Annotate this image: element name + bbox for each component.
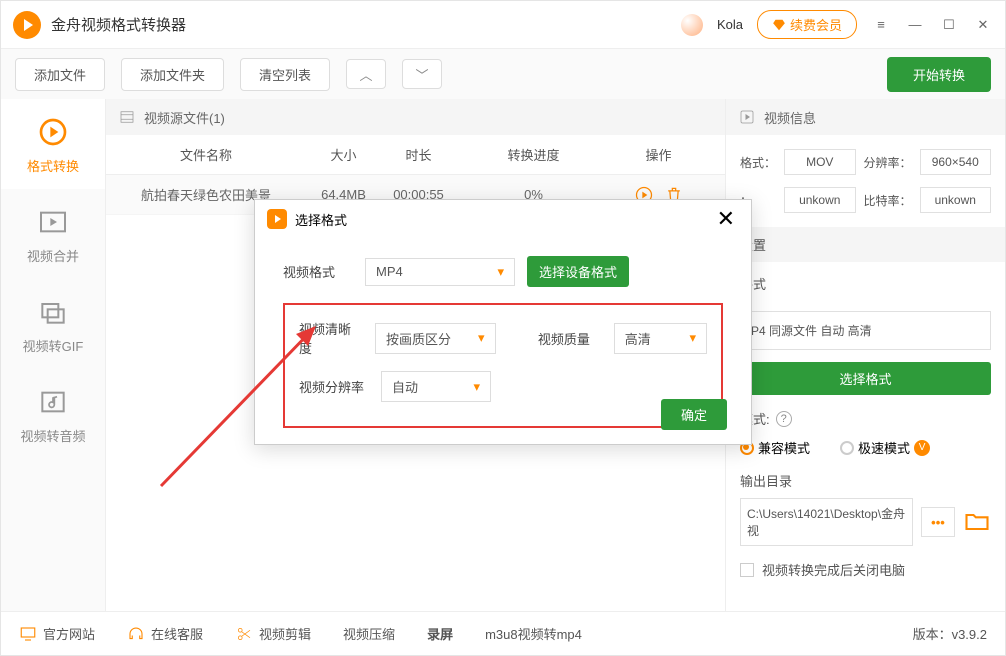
app-logo-icon bbox=[13, 11, 41, 39]
clear-list-button[interactable]: 清空列表 bbox=[240, 58, 330, 91]
format-value: MOV bbox=[784, 149, 855, 175]
app-title: 金舟视频格式转换器 bbox=[51, 14, 186, 35]
modal-res-label: 视频分辨率 bbox=[299, 377, 369, 396]
th-filename: 文件名称 bbox=[106, 145, 306, 164]
video-cut-link[interactable]: 视频剪辑 bbox=[235, 624, 311, 643]
modal-close-icon[interactable]: ✕ bbox=[713, 208, 739, 230]
resolution-label: 分辨率： bbox=[864, 154, 912, 171]
quality-label: 视频质量 bbox=[538, 329, 602, 348]
menu-icon[interactable]: ≡ bbox=[871, 15, 891, 35]
start-convert-button[interactable]: 开始转换 bbox=[887, 57, 991, 92]
format-label: 格式： bbox=[740, 154, 776, 171]
bitrate-value: unkown bbox=[920, 187, 991, 213]
sidebar-item-merge[interactable]: 视频合并 bbox=[1, 189, 105, 279]
highlighted-settings: 视频清晰度 按画质区分▾ 视频质量 高清▾ 视频分辨率 自动▾ bbox=[283, 303, 723, 428]
th-size: 大小 bbox=[306, 145, 381, 164]
titlebar: 金舟视频格式转换器 Kola 续费会员 ≡ — ☐ ✕ bbox=[1, 1, 1005, 49]
support-link[interactable]: 在线客服 bbox=[127, 624, 203, 643]
table-header: 文件名称 大小 时长 转换进度 操作 bbox=[106, 135, 725, 175]
dur-value: unkown bbox=[784, 187, 855, 213]
merge-icon bbox=[35, 204, 71, 240]
format-section-label: 格式 bbox=[740, 274, 991, 293]
minimize-icon[interactable]: — bbox=[905, 15, 925, 35]
close-icon[interactable]: ✕ bbox=[973, 15, 993, 35]
caret-down-icon: ▾ bbox=[473, 379, 480, 395]
diamond-icon bbox=[772, 18, 786, 32]
headset-icon bbox=[127, 625, 145, 643]
caret-down-icon: ▾ bbox=[497, 264, 504, 280]
chevron-up-icon[interactable]: ︿ bbox=[346, 59, 386, 89]
play-square-icon bbox=[738, 108, 756, 126]
output-path: C:\Users\14021\Desktop\金舟视 bbox=[740, 498, 913, 546]
statusbar: 官方网站 在线客服 视频剪辑 视频压缩 录屏 m3u8视频转mp4 版本：v3.… bbox=[1, 611, 1005, 655]
shutdown-label: 视频转换完成后关闭电脑 bbox=[762, 560, 905, 579]
folder-icon[interactable] bbox=[963, 508, 991, 536]
user-name: Kola bbox=[717, 17, 743, 32]
sidebar-item-audio[interactable]: 视频转音频 bbox=[1, 369, 105, 459]
gif-icon bbox=[35, 294, 71, 330]
audio-icon bbox=[35, 384, 71, 420]
modal-title: 选择格式 bbox=[295, 210, 347, 229]
clarity-select[interactable]: 按画质区分▾ bbox=[375, 323, 496, 354]
confirm-button[interactable]: 确定 bbox=[661, 399, 727, 430]
maximize-icon[interactable]: ☐ bbox=[939, 15, 959, 35]
help-icon[interactable]: ? bbox=[776, 411, 792, 427]
compress-link[interactable]: 视频压缩 bbox=[343, 624, 395, 643]
browse-button[interactable]: ••• bbox=[921, 507, 955, 537]
film-icon bbox=[118, 108, 136, 126]
avatar-icon[interactable] bbox=[681, 14, 703, 36]
caret-down-icon: ▾ bbox=[689, 330, 696, 346]
th-operation: 操作 bbox=[611, 145, 706, 164]
resolution-value: 960×540 bbox=[920, 149, 991, 175]
format-modal: 选择格式 ✕ 视频格式 MP4▾ 选择设备格式 视频清晰度 按画质区分▾ 视频质… bbox=[254, 199, 752, 445]
sidebar-item-gif[interactable]: 视频转GIF bbox=[1, 279, 105, 369]
m3u8-link[interactable]: m3u8视频转mp4 bbox=[485, 624, 582, 643]
video-format-label: 视频格式 bbox=[283, 262, 353, 281]
th-duration: 时长 bbox=[381, 145, 456, 164]
radio-dot bbox=[840, 441, 854, 455]
choose-format-button[interactable]: 选择格式 bbox=[740, 362, 991, 395]
video-format-select[interactable]: MP4▾ bbox=[365, 258, 515, 286]
sidebar: 格式转换 视频合并 视频转GIF 视频转音频 bbox=[1, 99, 106, 612]
scissors-icon bbox=[235, 625, 253, 643]
clarity-label: 视频清晰度 bbox=[299, 319, 363, 357]
add-folder-button[interactable]: 添加文件夹 bbox=[121, 58, 224, 91]
add-file-button[interactable]: 添加文件 bbox=[15, 58, 105, 91]
monitor-icon bbox=[19, 625, 37, 643]
toolbar: 添加文件 添加文件夹 清空列表 ︿ ﹀ 开始转换 bbox=[1, 49, 1005, 99]
radio-fast[interactable]: 极速模式 V bbox=[840, 438, 930, 457]
shutdown-checkbox[interactable] bbox=[740, 563, 754, 577]
official-site-link[interactable]: 官方网站 bbox=[19, 624, 95, 643]
info-panel: 视频信息 格式： MOV 分辨率： 960×540 ： unkown 比特率： … bbox=[725, 99, 1005, 612]
modal-res-select[interactable]: 自动▾ bbox=[381, 371, 491, 402]
settings-header: 设置 bbox=[726, 227, 1005, 262]
quality-select[interactable]: 高清▾ bbox=[614, 323, 707, 354]
source-files-header: 视频源文件(1) bbox=[106, 99, 725, 135]
chevron-down-icon[interactable]: ﹀ bbox=[402, 59, 442, 89]
vip-badge-icon: V bbox=[914, 440, 930, 456]
format-summary: P4 同源文件 自动 高清 bbox=[740, 311, 991, 350]
convert-icon bbox=[35, 114, 71, 150]
modal-logo-icon bbox=[267, 209, 287, 229]
th-progress: 转换进度 bbox=[456, 145, 611, 164]
record-link[interactable]: 录屏 bbox=[427, 624, 453, 643]
device-format-button[interactable]: 选择设备格式 bbox=[527, 256, 629, 287]
renew-button[interactable]: 续费会员 bbox=[757, 10, 857, 39]
caret-down-icon: ▾ bbox=[478, 330, 485, 346]
info-header: 视频信息 bbox=[726, 99, 1005, 135]
sidebar-item-format-convert[interactable]: 格式转换 bbox=[1, 99, 105, 189]
output-label: 输出目录 bbox=[726, 471, 1005, 498]
version-label: 版本：v3.9.2 bbox=[913, 624, 987, 643]
bitrate-label: 比特率： bbox=[864, 192, 912, 209]
